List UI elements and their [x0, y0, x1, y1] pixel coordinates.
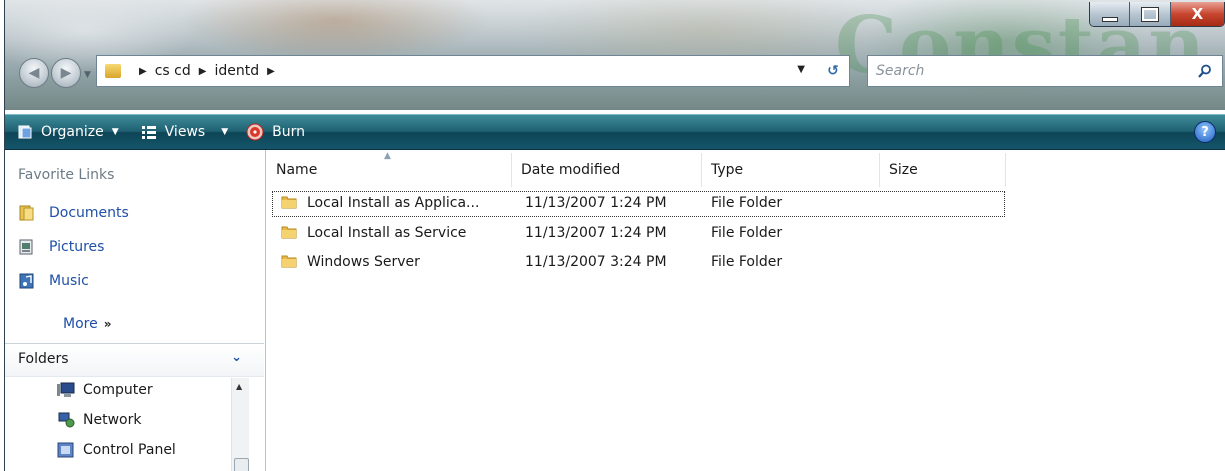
tree-item-network[interactable]: Network — [57, 412, 141, 428]
column-header-label: Date modified — [521, 162, 621, 178]
control-panel-icon — [57, 442, 74, 458]
folder-icon — [281, 196, 297, 209]
scroll-up-icon[interactable]: ▲ — [236, 382, 242, 391]
forward-button[interactable]: ▶ — [51, 58, 81, 88]
maximize-button[interactable] — [1130, 2, 1171, 26]
help-icon: ? — [1201, 124, 1209, 140]
command-bar: Organize ▼ Views ▼ Burn ? — [5, 114, 1225, 150]
file-type: File Folder — [711, 254, 783, 270]
explorer-window: Constan X ◀ ▶ ▼ ▶ cs cd ▶ identd ▶ ▼ ↺ S… — [4, 0, 1225, 471]
help-button[interactable]: ? — [1194, 121, 1216, 143]
folders-toggle[interactable]: Folders ⌄ — [5, 343, 264, 377]
close-icon: X — [1191, 5, 1204, 23]
refresh-button[interactable]: ↺ — [815, 55, 851, 87]
minimize-icon — [1101, 16, 1118, 22]
sidebar-item-label: Music — [49, 273, 89, 289]
column-header-date-modified[interactable]: Date modified — [512, 153, 702, 187]
search-input[interactable]: Search — [876, 63, 1198, 79]
organize-icon — [18, 125, 32, 139]
date-modified: 11/13/2007 1:24 PM — [525, 195, 667, 211]
burn-label: Burn — [272, 124, 305, 140]
search-icon[interactable] — [1198, 64, 1212, 78]
tree-item-label: Computer — [83, 382, 153, 398]
network-icon — [58, 412, 75, 428]
navigation-pane: Favorite Links Documents Pictures Music … — [5, 150, 266, 471]
column-header-label: Size — [889, 162, 918, 178]
breadcrumb-separator-icon[interactable]: ▶ — [199, 66, 207, 77]
file-name: Local Install as Service — [307, 225, 467, 241]
organize-button[interactable]: Organize ▼ — [17, 124, 119, 140]
breadcrumb-cs-cd[interactable]: cs cd — [155, 63, 191, 79]
column-header-label: Name — [276, 162, 318, 178]
computer-icon — [57, 382, 75, 397]
maximize-icon — [1141, 6, 1160, 22]
breadcrumb-separator-icon[interactable]: ▶ — [267, 66, 275, 77]
close-button[interactable]: X — [1170, 2, 1224, 26]
sidebar-item-label: Documents — [49, 205, 129, 221]
window-controls: X — [1089, 2, 1225, 27]
more-links-button[interactable]: More » — [63, 316, 111, 332]
sidebar-item-music[interactable]: Music — [19, 273, 89, 289]
tree-item-label: Network — [83, 412, 142, 428]
forward-arrow-icon: ▶ — [60, 65, 72, 81]
documents-folder-icon — [19, 205, 34, 221]
table-row[interactable]: Local Install as Service 11/13/2007 1:24… — [271, 220, 1006, 248]
sidebar-item-label: Pictures — [49, 239, 105, 255]
views-icon — [141, 126, 156, 139]
folder-icon — [105, 64, 121, 78]
refresh-icon: ↺ — [827, 63, 839, 79]
column-header-label: Type — [711, 162, 744, 178]
breadcrumb-identd[interactable]: identd — [214, 63, 259, 79]
file-name: Local Install as Applica... — [307, 195, 480, 211]
file-name: Windows Server — [307, 254, 420, 270]
column-header-name[interactable]: ▲ Name — [267, 151, 512, 187]
sidebar-item-documents[interactable]: Documents — [19, 205, 129, 221]
file-type: File Folder — [711, 195, 783, 211]
tree-item-label: Control Panel — [83, 442, 176, 458]
file-type: File Folder — [711, 225, 783, 241]
views-button[interactable]: Views ▼ — [141, 124, 228, 140]
folders-label: Folders — [18, 351, 69, 367]
column-header-type[interactable]: Type — [702, 153, 880, 187]
scroll-thumb[interactable] — [234, 458, 249, 471]
folder-icon — [281, 226, 297, 239]
tree-item-computer[interactable]: Computer — [57, 382, 153, 398]
chevron-down-icon: ⌄ — [231, 350, 242, 365]
recent-pages-dropdown[interactable]: ▼ — [84, 70, 91, 80]
back-button[interactable]: ◀ — [19, 58, 49, 88]
table-row[interactable]: Windows Server 11/13/2007 3:24 PM File F… — [271, 249, 1006, 277]
sort-ascending-icon: ▲ — [384, 151, 391, 161]
chevron-down-icon: ▼ — [221, 127, 229, 137]
date-modified: 11/13/2007 1:24 PM — [525, 225, 667, 241]
favorite-links-heading: Favorite Links — [18, 167, 115, 183]
burn-button[interactable]: Burn — [246, 123, 305, 141]
breadcrumb-separator-icon[interactable]: ▶ — [139, 66, 147, 77]
back-arrow-icon: ◀ — [28, 65, 40, 81]
title-bar: Constan X ◀ ▶ ▼ ▶ cs cd ▶ identd ▶ ▼ ↺ S… — [5, 0, 1225, 110]
date-modified: 11/13/2007 3:24 PM — [525, 254, 667, 270]
minimize-button[interactable] — [1090, 2, 1131, 26]
address-history-dropdown-icon[interactable]: ▼ — [797, 64, 805, 75]
views-label: Views — [164, 124, 206, 140]
pictures-icon — [19, 239, 33, 255]
sidebar-item-pictures[interactable]: Pictures — [19, 239, 104, 255]
chevron-down-icon: ▼ — [111, 127, 119, 137]
address-bar[interactable]: ▶ cs cd ▶ identd ▶ ▼ — [96, 55, 850, 87]
file-list: ▲ Name Date modified Type Size Local Ins… — [267, 150, 1225, 471]
tree-item-control-panel[interactable]: Control Panel — [57, 442, 176, 458]
folders-scrollbar[interactable]: ▲ — [231, 378, 249, 471]
double-chevron-right-icon: » — [103, 317, 112, 331]
more-label: More — [63, 316, 98, 332]
column-header-size[interactable]: Size — [880, 153, 1006, 187]
search-box[interactable]: Search — [867, 55, 1223, 87]
burn-disc-icon — [246, 123, 264, 141]
music-icon — [19, 273, 34, 289]
table-row[interactable]: Local Install as Applica... 11/13/2007 1… — [271, 190, 1006, 218]
folder-icon — [281, 255, 297, 268]
organize-label: Organize — [41, 124, 104, 140]
